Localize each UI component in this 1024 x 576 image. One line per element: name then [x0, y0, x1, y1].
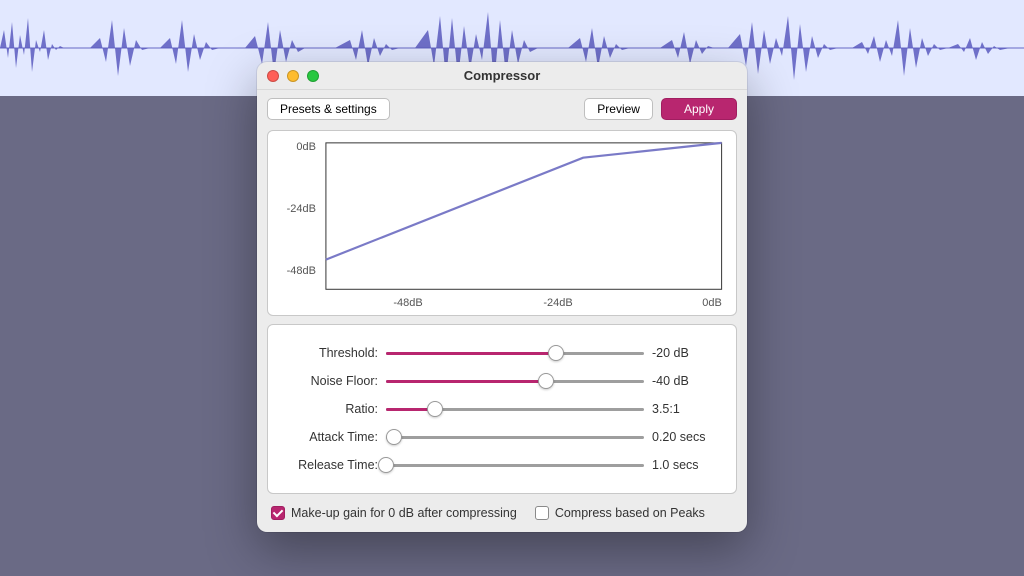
compress-peaks-label: Compress based on Peaks — [555, 506, 705, 520]
toolbar: Presets & settings Preview Apply — [257, 90, 747, 128]
slider-row: Ratio: 3.5:1 — [278, 395, 722, 423]
presets-settings-button[interactable]: Presets & settings — [267, 98, 390, 120]
sliders-panel: Threshold: -20 dB Noise Floor: -40 dB Ratio:… — [267, 324, 737, 494]
x-tick-label: -24dB — [543, 297, 572, 309]
compressor-window: Compressor Presets & settings Preview Ap… — [257, 62, 747, 532]
apply-button[interactable]: Apply — [661, 98, 737, 120]
slider-label: Ratio: — [278, 402, 378, 416]
slider-row: Threshold: -20 dB — [278, 339, 722, 367]
slider-thumb[interactable] — [386, 429, 402, 445]
slider-label: Attack Time: — [278, 430, 378, 444]
slider-row: Release Time: 1.0 secs — [278, 451, 722, 479]
preview-button[interactable]: Preview — [584, 98, 653, 120]
y-tick-label: -48dB — [287, 265, 316, 277]
slider[interactable] — [386, 401, 644, 417]
window-title: Compressor — [257, 68, 747, 83]
window-controls — [257, 70, 319, 82]
slider-row: Attack Time: 0.20 secs — [278, 423, 722, 451]
slider-value: -20 dB — [652, 346, 722, 360]
x-tick-label: -48dB — [393, 297, 422, 309]
close-icon[interactable] — [267, 70, 279, 82]
compression-curve-graph: 0dB -24dB -48dB -48dB -24dB 0dB — [267, 130, 737, 316]
slider[interactable] — [386, 373, 644, 389]
titlebar: Compressor — [257, 62, 747, 90]
slider-value: 1.0 secs — [652, 458, 722, 472]
slider-value: -40 dB — [652, 374, 722, 388]
makeup-gain-label: Make-up gain for 0 dB after compressing — [291, 506, 517, 520]
y-tick-label: -24dB — [287, 203, 316, 215]
checkbox-icon — [271, 506, 285, 520]
makeup-gain-checkbox[interactable]: Make-up gain for 0 dB after compressing — [271, 506, 517, 520]
compress-peaks-checkbox[interactable]: Compress based on Peaks — [535, 506, 705, 520]
slider-thumb[interactable] — [378, 457, 394, 473]
slider-thumb[interactable] — [548, 345, 564, 361]
slider-thumb[interactable] — [538, 373, 554, 389]
slider-label: Release Time: — [278, 458, 378, 472]
slider[interactable] — [386, 457, 644, 473]
x-tick-label: 0dB — [702, 297, 722, 309]
slider[interactable] — [386, 429, 644, 445]
zoom-icon[interactable] — [307, 70, 319, 82]
slider[interactable] — [386, 345, 644, 361]
slider-row: Noise Floor: -40 dB — [278, 367, 722, 395]
slider-label: Threshold: — [278, 346, 378, 360]
slider-thumb[interactable] — [427, 401, 443, 417]
slider-value: 3.5:1 — [652, 402, 722, 416]
slider-value: 0.20 secs — [652, 430, 722, 444]
y-tick-label: 0dB — [296, 141, 316, 153]
checkbox-icon — [535, 506, 549, 520]
slider-label: Noise Floor: — [278, 374, 378, 388]
minimize-icon[interactable] — [287, 70, 299, 82]
checkbox-row: Make-up gain for 0 dB after compressing … — [257, 502, 747, 532]
